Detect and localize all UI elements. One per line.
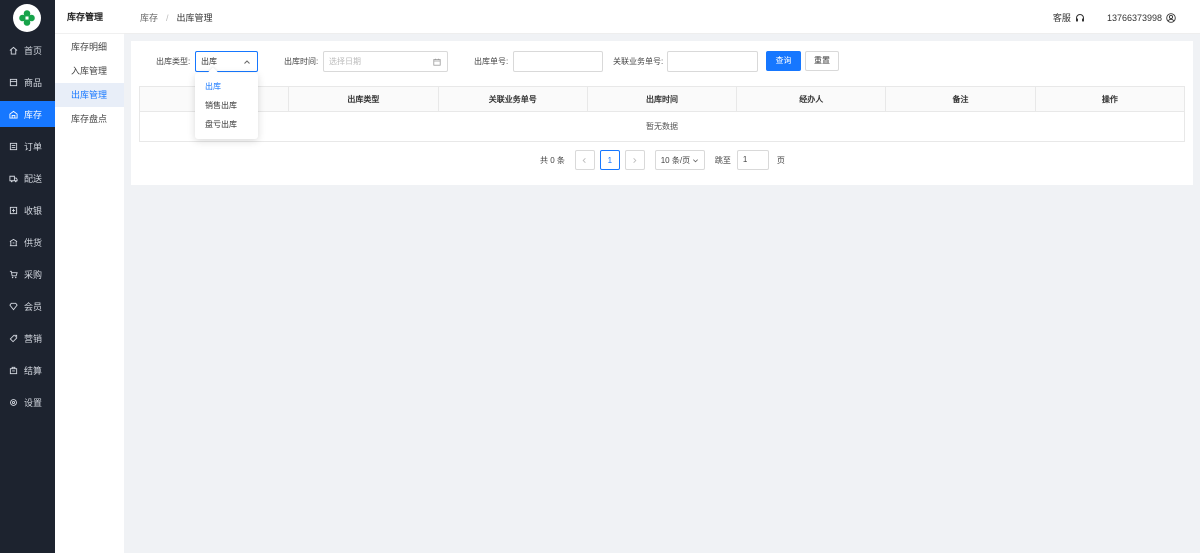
empty-state: 暂无数据 (646, 122, 678, 131)
order-no-input[interactable] (513, 51, 603, 72)
logo (13, 4, 41, 32)
column-header: 操作 (1101, 95, 1118, 104)
clover-logo-icon (19, 10, 35, 26)
nav-item-label: 营销 (24, 333, 43, 344)
breadcrumb-separator: / (166, 13, 169, 23)
nav-item-settings[interactable]: 设置 (0, 389, 55, 415)
biz-no-label: 关联业务单号: (613, 57, 664, 66)
type-select-value: 出库 (201, 57, 217, 66)
column-header: 出库时间 (588, 87, 738, 111)
customer-service-label: 客服 (1052, 13, 1071, 23)
nav-item-label: 设置 (24, 397, 43, 408)
nav-item-inventory[interactable]: 库存 (0, 101, 55, 127)
pagination: 共 0 条 1 10 条/页 跳至 1 页 (540, 150, 785, 170)
reset-button[interactable]: 重置 (805, 51, 839, 71)
nav-item-marketing[interactable]: 营销 (0, 325, 55, 351)
nav-item-supply[interactable]: 供货 (0, 229, 55, 255)
column-header: 关联业务单号 (439, 87, 588, 111)
sub-sidebar-title: 库存管理 (55, 0, 124, 34)
supply-icon (9, 238, 18, 247)
customer-service-button[interactable]: 客服 (1053, 11, 1085, 24)
page-unit-label: 页 (776, 155, 785, 165)
settle-icon (9, 366, 18, 375)
main-nav: 首页 商品 库存 订单 配送 收银 供货 采购 会员 营销 结算 设置 (0, 0, 55, 553)
chevron-down-icon (693, 158, 699, 162)
sub-item-inbound[interactable]: 入库管理 (55, 59, 124, 83)
chevron-right-icon (633, 157, 637, 163)
cart-icon (9, 270, 18, 279)
nav-item-cashier[interactable]: 收银 (0, 197, 55, 223)
top-header: 库存 / 出库管理 客服 13766373998 (124, 0, 1200, 34)
time-label: 出库时间: (284, 57, 319, 66)
page-number-button[interactable]: 1 (599, 150, 620, 170)
nav-item-label: 订单 (24, 141, 43, 152)
jump-label: 跳至 (714, 155, 731, 165)
page-size-value: 10 条/页 (660, 155, 691, 165)
nav-item-label: 库存 (24, 109, 43, 120)
date-picker[interactable]: 选择日期 (323, 51, 448, 72)
sub-sidebar: 库存管理 库存明细 入库管理 出库管理 库存盘点 (55, 0, 124, 553)
nav-item-label: 首页 (24, 45, 43, 56)
dropdown-option[interactable]: 销售出库 (195, 96, 258, 115)
content-card: 出库类型: 出库 出库时间: 选择日期 出库单号: 关联业务单号: 查询 重置 … (131, 41, 1193, 185)
dropdown-option[interactable]: 盘亏出库 (195, 115, 258, 134)
nav-item-label: 配送 (24, 173, 43, 184)
column-header: 备注 (886, 87, 1036, 111)
sub-item-stock-detail[interactable]: 库存明细 (55, 35, 124, 59)
prev-page-button[interactable] (574, 150, 595, 170)
breadcrumb-item[interactable]: 库存 (140, 13, 158, 23)
nav-item-orders[interactable]: 订单 (0, 133, 55, 159)
sub-item-outbound[interactable]: 出库管理 (55, 83, 124, 107)
table-header: 出库类型 关联业务单号 出库时间 经办人 备注 操作 (140, 87, 1184, 112)
nav-item-label: 供货 (24, 237, 43, 248)
search-button[interactable]: 查询 (766, 51, 801, 71)
sub-item-stocktake[interactable]: 库存盘点 (55, 107, 124, 131)
gear-icon (9, 398, 18, 407)
nav-item-goods[interactable]: 商品 (0, 69, 55, 95)
order-no-label: 出库单号: (474, 57, 509, 66)
user-phone: 13766373998 (1106, 12, 1162, 23)
nav-item-member[interactable]: 会员 (0, 293, 55, 319)
page-size-select[interactable]: 10 条/页 (654, 150, 705, 170)
nav-item-label: 会员 (24, 301, 43, 312)
nav-item-label: 结算 (24, 365, 43, 376)
breadcrumb-current: 出库管理 (176, 13, 213, 23)
order-icon (9, 142, 18, 151)
box-icon (9, 78, 18, 87)
home-icon (9, 46, 18, 55)
column-header: 出库类型 (289, 87, 439, 111)
nav-item-label: 采购 (24, 269, 43, 280)
next-page-button[interactable] (624, 150, 645, 170)
warehouse-icon (9, 110, 18, 119)
chevron-up-icon (244, 59, 250, 64)
outbound-table: 出库类型 关联业务单号 出库时间 经办人 备注 操作 暂无数据 (139, 86, 1185, 142)
cashier-icon (9, 206, 18, 215)
type-label: 出库类型: (156, 57, 191, 66)
calendar-icon (433, 58, 441, 66)
nav-item-delivery[interactable]: 配送 (0, 165, 55, 191)
chevron-left-icon (582, 157, 587, 163)
nav-item-label: 收银 (24, 205, 43, 216)
nav-item-home[interactable]: 首页 (0, 37, 55, 63)
type-select[interactable]: 出库 (195, 51, 258, 72)
breadcrumb: 库存 / 出库管理 (140, 11, 213, 24)
truck-icon (9, 174, 18, 183)
nav-item-purchase[interactable]: 采购 (0, 261, 55, 287)
type-dropdown: 出库 销售出库 盘亏出库 (195, 67, 258, 139)
member-icon (9, 302, 18, 311)
header-actions: 客服 13766373998 (1053, 11, 1176, 24)
dropdown-option[interactable]: 出库 (195, 77, 258, 96)
nav-item-label: 商品 (24, 77, 43, 88)
user-menu[interactable]: 13766373998 (1107, 13, 1176, 23)
user-avatar-icon (1166, 12, 1176, 23)
jump-input[interactable]: 1 (736, 150, 769, 170)
tag-icon (9, 334, 18, 343)
biz-no-input[interactable] (667, 51, 758, 72)
date-picker-placeholder: 选择日期 (329, 57, 361, 66)
total-count: 共 0 条 (540, 155, 565, 165)
headset-icon (1075, 13, 1084, 21)
nav-item-settlement[interactable]: 结算 (0, 357, 55, 383)
column-header: 经办人 (737, 87, 887, 111)
